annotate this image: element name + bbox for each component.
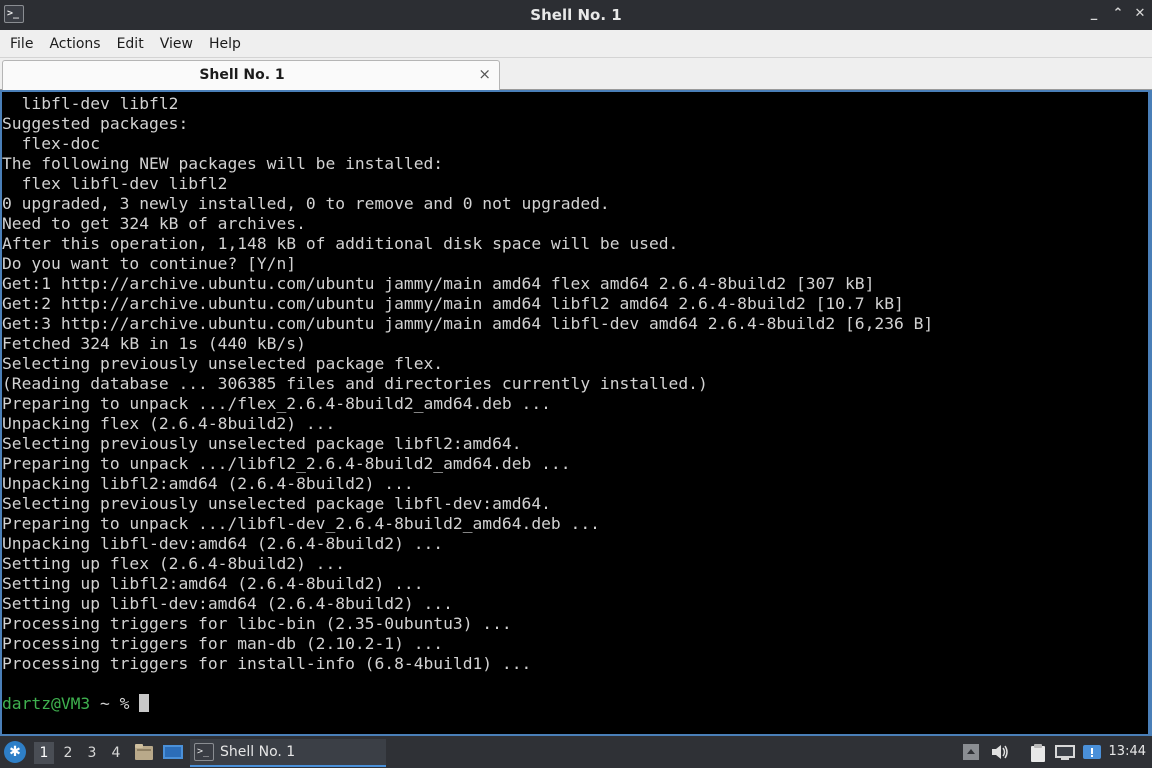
terminal-app-icon: >_	[4, 5, 24, 23]
terminal-line: (Reading database ... 306385 files and d…	[2, 374, 708, 393]
terminal-line: Get:2 http://archive.ubuntu.com/ubuntu j…	[2, 294, 904, 313]
menu-view[interactable]: View	[152, 30, 201, 58]
terminal-line: Setting up libfl2:amd64 (2.6.4-8build2) …	[2, 574, 424, 593]
menu-file[interactable]: File	[2, 30, 41, 58]
show-desktop-icon[interactable]	[162, 743, 183, 761]
terminal-line: Fetched 324 kB in 1s (440 kB/s)	[2, 334, 306, 353]
taskbar-task-shell[interactable]: >_ Shell No. 1	[190, 739, 386, 767]
menu-help[interactable]: Help	[201, 30, 249, 58]
close-window-button[interactable]: ✕	[1130, 4, 1150, 24]
terminal-line: Preparing to unpack .../libfl-dev_2.6.4-…	[2, 514, 600, 533]
terminal-line: Get:1 http://archive.ubuntu.com/ubuntu j…	[2, 274, 875, 293]
terminal-line: Need to get 324 kB of archives.	[2, 214, 306, 233]
menu-bar: File Actions Edit View Help	[0, 30, 1152, 58]
terminal-line: Preparing to unpack .../flex_2.6.4-8buil…	[2, 394, 551, 413]
tab-close-icon[interactable]: ×	[478, 65, 491, 83]
terminal-line: Selecting previously unselected package …	[2, 354, 444, 373]
tray-arrow-icon[interactable]	[962, 743, 980, 761]
volume-icon[interactable]	[990, 743, 1010, 761]
terminal-line: Processing triggers for man-db (2.10.2-1…	[2, 634, 444, 653]
terminal-line: Unpacking libfl2:amd64 (2.6.4-8build2) .…	[2, 474, 414, 493]
workspace-3[interactable]: 3	[82, 742, 102, 764]
terminal-line: Unpacking libfl-dev:amd64 (2.6.4-8build2…	[2, 534, 444, 553]
menu-edit[interactable]: Edit	[109, 30, 152, 58]
window-title: Shell No. 1	[530, 6, 622, 24]
terminal-line: Get:3 http://archive.ubuntu.com/ubuntu j…	[2, 314, 934, 333]
minimize-button[interactable]: _	[1084, 4, 1104, 24]
prompt-rest: ~ %	[90, 694, 140, 713]
terminal-line: 0 upgraded, 3 newly installed, 0 to remo…	[2, 194, 610, 213]
terminal-line: Suggested packages:	[2, 114, 189, 133]
network-icon[interactable]	[1054, 743, 1076, 761]
terminal-line: Setting up flex (2.6.4-8build2) ...	[2, 554, 346, 573]
terminal-line: Processing triggers for install-info (6.…	[2, 654, 532, 673]
clock: 13:44	[1108, 744, 1146, 759]
tab-shell-1[interactable]: Shell No. 1 ×	[2, 60, 500, 90]
terminal-prompt: dartz@VM3 ~ %	[2, 694, 933, 714]
clipboard-icon[interactable]	[1028, 743, 1048, 762]
terminal-line: Processing triggers for libc-bin (2.35-0…	[2, 614, 512, 633]
terminal-cursor	[139, 694, 150, 712]
prompt-user-host: dartz@VM3	[2, 694, 91, 713]
terminal-task-icon: >_	[194, 743, 214, 761]
terminal-line: flex libfl-dev libfl2	[2, 174, 228, 193]
terminal-line: After this operation, 1,148 kB of additi…	[2, 234, 679, 253]
tab-label: Shell No. 1	[199, 67, 285, 83]
terminal-line: The following NEW packages will be insta…	[2, 154, 444, 173]
file-manager-icon[interactable]	[134, 743, 154, 761]
workspace-2[interactable]: 2	[58, 742, 78, 764]
restore-button[interactable]: ⌃	[1108, 4, 1128, 24]
terminal-output: libfl-dev libfl2 Suggested packages: flex…	[2, 94, 933, 714]
terminal-line: Selecting previously unselected package …	[2, 494, 551, 513]
terminal-line: Selecting previously unselected package …	[2, 434, 522, 453]
terminal-line: Preparing to unpack .../libfl2_2.6.4-8bu…	[2, 454, 571, 473]
terminal-line: Unpacking flex (2.6.4-8build2) ...	[2, 414, 336, 433]
start-menu-icon[interactable]: ✱	[4, 741, 26, 763]
terminal-line: Do you want to continue? [Y/n]	[2, 254, 297, 273]
taskbar: ✱ 1 2 3 4 >_ Shell No. 1 13:44	[0, 736, 1152, 768]
taskbar-task-label: Shell No. 1	[220, 744, 296, 760]
terminal-view[interactable]: libfl-dev libfl2 Suggested packages: flex…	[0, 90, 1152, 736]
terminal-line: Setting up libfl-dev:amd64 (2.6.4-8build…	[2, 594, 453, 613]
menu-actions[interactable]: Actions	[41, 30, 108, 58]
workspace-1[interactable]: 1	[34, 742, 54, 764]
terminal-line: libfl-dev libfl2	[2, 94, 179, 113]
tab-bar: Shell No. 1 ×	[0, 58, 1152, 90]
window-titlebar: >_ Shell No. 1 _ ⌃ ✕	[0, 0, 1152, 30]
notification-icon[interactable]	[1082, 743, 1102, 761]
terminal-line: flex-doc	[2, 134, 101, 153]
workspace-4[interactable]: 4	[106, 742, 126, 764]
